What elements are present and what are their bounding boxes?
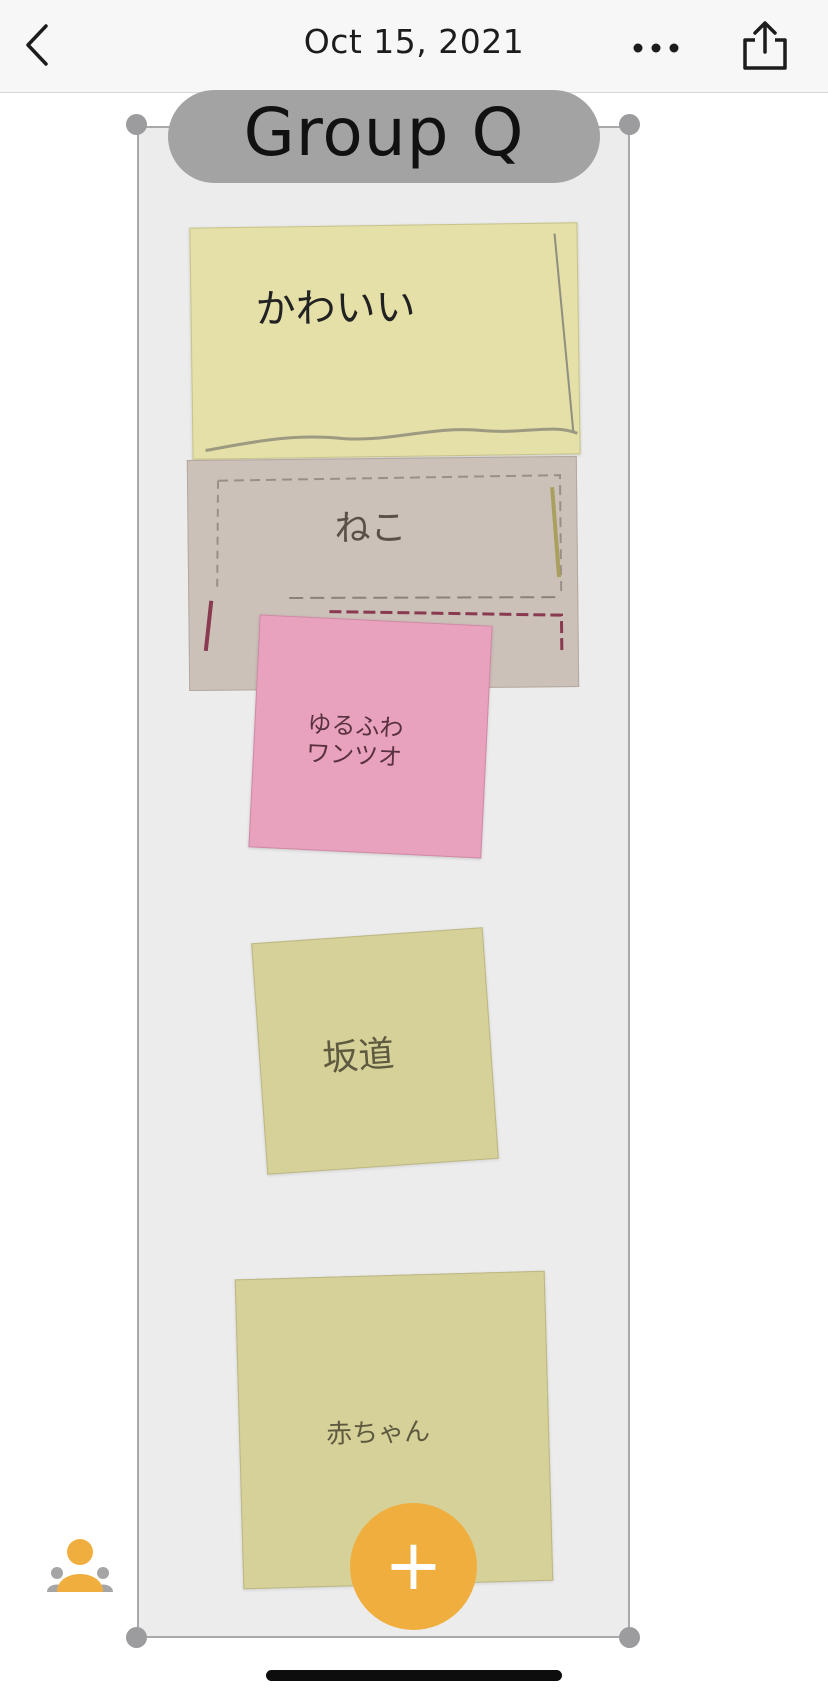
- resize-handle-bottom-right[interactable]: [619, 1627, 640, 1648]
- note-text: 坂道: [321, 1033, 396, 1080]
- resize-handle-top-left[interactable]: [126, 114, 147, 135]
- note-text: かわいい: [255, 284, 416, 333]
- page-title: Oct 15, 2021: [303, 22, 525, 61]
- sticky-note[interactable]: ゆるふわ ワンツオ: [248, 614, 493, 859]
- note-text: 赤ちゃん: [325, 1416, 431, 1450]
- share-icon: [743, 21, 787, 70]
- resize-handle-top-right[interactable]: [619, 114, 640, 135]
- note-torn-edge-decoration: [205, 233, 578, 452]
- people-icon: [47, 1539, 113, 1592]
- note-text: ねこ: [334, 507, 407, 550]
- sticky-note[interactable]: かわいい: [189, 222, 581, 460]
- add-note-button[interactable]: +: [350, 1503, 477, 1630]
- home-indicator: [266, 1670, 562, 1681]
- top-navigation-bar: Oct 15, 2021: [0, 0, 828, 93]
- group-title-label[interactable]: Group Q: [168, 90, 600, 183]
- ellipsis-icon: [633, 43, 679, 53]
- resize-handle-bottom-left[interactable]: [126, 1627, 147, 1648]
- more-options-button[interactable]: [628, 28, 684, 68]
- collaborators-button[interactable]: [47, 1538, 113, 1592]
- note-text: ゆるふわ ワンツオ: [305, 709, 405, 772]
- sticky-note[interactable]: 坂道: [251, 927, 499, 1175]
- share-button[interactable]: [740, 20, 790, 74]
